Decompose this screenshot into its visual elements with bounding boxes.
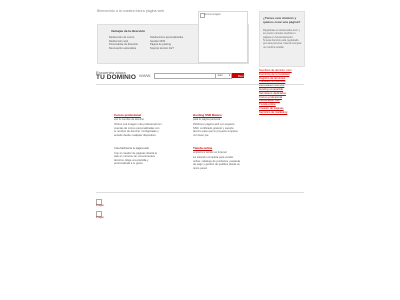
feature-subtitle: empieza a vender en Internet — [193, 150, 227, 154]
domain-search-title-strong: TU DOMINIO — [96, 74, 136, 81]
sidebar-text-2: Si este dominio está registrado por otra… — [263, 39, 302, 49]
promo-list-left: Redirección de correo Redirección web Pe… — [109, 36, 138, 50]
feature-body: Ofrece una imagen más profesional con cu… — [114, 123, 162, 137]
footer-image-label: Imagen — [96, 204, 104, 207]
divider — [96, 84, 304, 85]
sidebar-links: Nombres de dominio .com Dominios de tu l… — [259, 68, 305, 115]
promo-heading: Ventajas de la dirección — [111, 29, 146, 33]
sidebar-link[interactable]: Servicios de marketing — [259, 110, 305, 115]
feature-subtitle: para tu página personal — [193, 117, 221, 121]
feature-body: Publica tu página web con espacio SSD, c… — [193, 123, 238, 137]
tld-select[interactable]: .com ▼ — [215, 73, 232, 79]
feature-block-store: Tienda online empieza a vender en Intern… — [193, 146, 241, 170]
footer-image-label: Imagen — [96, 216, 104, 219]
tld-selected-value: .com — [217, 74, 223, 77]
chevron-down-icon: ▼ — [228, 75, 231, 77]
domain-input[interactable] — [154, 73, 216, 79]
www-label: WWW. — [139, 73, 152, 78]
feature-block-builder: Crea fácilmente tu página web Con el cre… — [114, 147, 162, 166]
promo-list-right: Subdominios personalizados Gestión DNS P… — [150, 36, 183, 50]
promo-item: Soporte técnico 24/7 — [150, 46, 174, 50]
promo-image[interactable]: promo-imagen — [198, 11, 248, 63]
sidebar-text-1: Regístrate en www.tusitio.com y en pocos… — [263, 29, 300, 39]
search-button[interactable]: Buscar — [232, 72, 246, 78]
feature-block-hosting: Hosting SSD Básico para tu página person… — [193, 113, 241, 137]
promo-item: Renovación automática — [109, 46, 137, 50]
feature-subtitle: con tu nombre de dominio — [114, 117, 144, 121]
sidebar-info-box: ¿Tienes este dominio y quieres crear una… — [259, 11, 305, 67]
promo-image-alt: promo-imagen — [204, 12, 221, 16]
feature-body: Con el creador de páginas diseña tu web … — [114, 151, 158, 166]
feature-body: La solución completa para vender online:… — [193, 156, 240, 170]
sidebar-question: ¿Tienes este dominio y quieres crear una… — [263, 16, 301, 24]
welcome-text: Bienvenido a la nuestra futura página we… — [97, 9, 165, 13]
feature-block-email: Correo profesional con tu nombre de domi… — [114, 113, 162, 137]
feature-title: Crea fácilmente tu página web — [114, 147, 150, 150]
divider — [96, 192, 304, 193]
